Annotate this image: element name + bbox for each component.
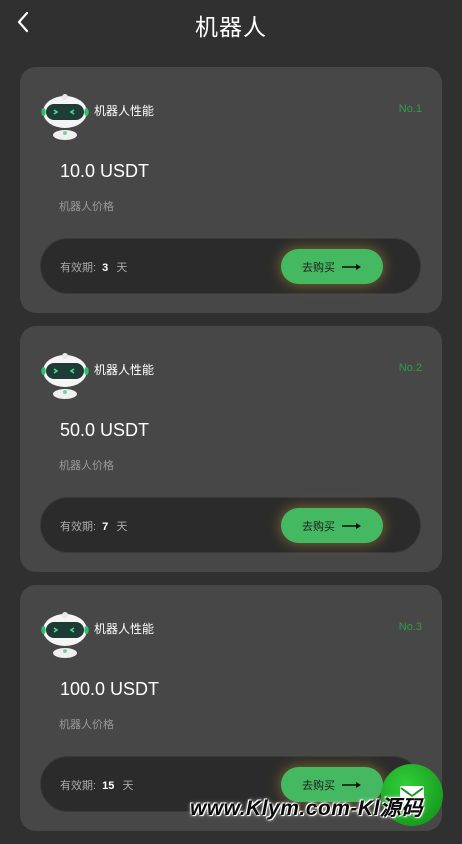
header: 机器人	[0, 0, 462, 46]
validity-label: 有效期:	[60, 262, 97, 274]
robot-list: 机器人性能 No.1 10.0 USDT 机器人价格 有效期: 3 天 去购买	[20, 67, 442, 844]
validity-info: 有效期: 15 天	[60, 777, 133, 793]
robot-card: 机器人性能 No.1 10.0 USDT 机器人价格 有效期: 3 天 去购买	[20, 67, 442, 313]
validity-label: 有效期:	[60, 521, 97, 533]
page-title: 机器人	[195, 14, 267, 40]
price-value: 10.0 USDT	[60, 161, 150, 181]
arrow-right-icon	[342, 263, 361, 270]
validity-bar: 有效期: 3 天 去购买	[40, 238, 421, 294]
validity-days: 7	[102, 521, 109, 533]
validity-bar: 有效期: 7 天 去购买	[40, 497, 421, 553]
robot-avatar-icon	[41, 612, 89, 658]
price-label: 机器人价格	[59, 719, 114, 731]
arrow-right-icon	[342, 781, 361, 788]
price-label: 机器人价格	[59, 460, 114, 472]
price-value: 100.0 USDT	[60, 679, 160, 699]
buy-button[interactable]: 去购买	[281, 249, 383, 284]
card-title: 机器人性能	[94, 363, 155, 377]
price-label: 机器人价格	[59, 201, 114, 213]
robot-card: 机器人性能 No.2 50.0 USDT 机器人价格 有效期: 7 天 去购买	[20, 326, 442, 572]
buy-button-label: 去购买	[302, 261, 335, 274]
validity-label: 有效期:	[60, 780, 97, 792]
robot-avatar-icon	[41, 353, 89, 399]
arrow-right-icon	[342, 522, 361, 529]
buy-button-label: 去购买	[302, 779, 335, 792]
buy-button-label: 去购买	[302, 520, 335, 533]
validity-unit: 天	[116, 521, 128, 533]
validity-info: 有效期: 3 天	[60, 259, 127, 275]
card-number: No.1	[398, 103, 422, 115]
watermark: www.Klym.com-Kl源码	[190, 797, 423, 820]
card-title: 机器人性能	[94, 104, 155, 118]
card-number: No.3	[398, 621, 422, 633]
validity-unit: 天	[116, 262, 128, 274]
validity-days: 15	[102, 780, 115, 792]
card-number: No.2	[398, 362, 422, 374]
validity-info: 有效期: 7 天	[60, 518, 127, 534]
validity-unit: 天	[122, 780, 134, 792]
price-value: 50.0 USDT	[60, 420, 150, 440]
card-title: 机器人性能	[94, 622, 155, 636]
robot-avatar-icon	[41, 94, 89, 140]
buy-button[interactable]: 去购买	[281, 508, 383, 543]
validity-days: 3	[102, 262, 109, 274]
